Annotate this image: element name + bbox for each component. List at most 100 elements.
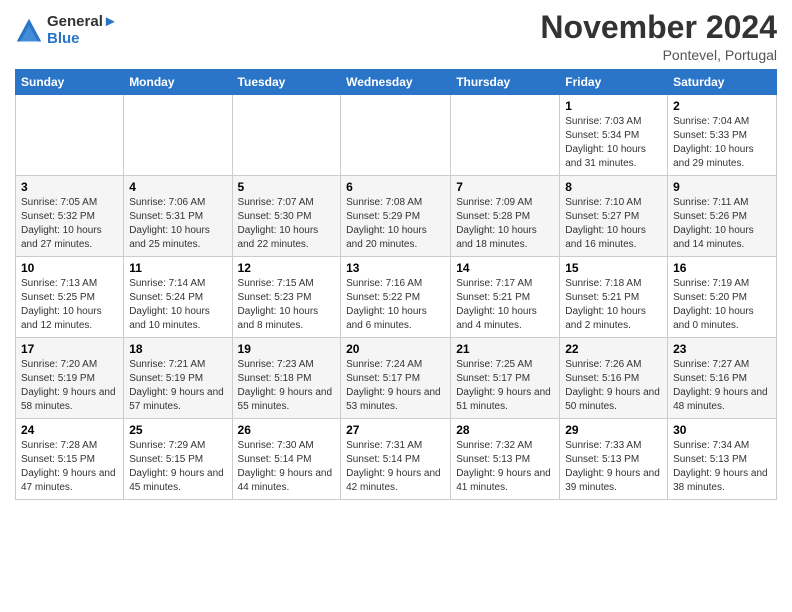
- table-row: 3 Sunrise: 7:05 AMSunset: 5:32 PMDaylight…: [16, 176, 124, 257]
- table-row: 24Sunrise: 7:28 AMSunset: 5:15 PMDayligh…: [16, 419, 124, 500]
- day-info: Sunrise: 7:09 AMSunset: 5:28 PMDaylight:…: [456, 196, 554, 252]
- col-sunday: Sunday: [16, 70, 124, 95]
- day-number: 17: [21, 342, 118, 356]
- calendar-week-row: 10 Sunrise: 7:13 AMSunset: 5:25 PMDayligh…: [16, 257, 777, 338]
- day-info: Sunrise: 7:13 AMSunset: 5:25 PMDaylight:…: [21, 277, 118, 333]
- col-thursday: Thursday: [451, 70, 560, 95]
- day-info: Sunrise: 7:10 AMSunset: 5:27 PMDaylight:…: [565, 196, 662, 252]
- table-row: 8 Sunrise: 7:10 AMSunset: 5:27 PMDaylight…: [560, 176, 668, 257]
- day-info: Sunrise: 7:25 AMSunset: 5:17 PMDaylight:…: [456, 358, 554, 414]
- day-number: 7: [456, 180, 554, 194]
- month-title: November 2024: [540, 10, 777, 45]
- day-number: 29: [565, 423, 662, 437]
- table-row: [124, 95, 232, 176]
- table-row: 23 Sunrise: 7:27 AMSunset: 5:16 PMDayligh…: [668, 338, 777, 419]
- table-row: 10 Sunrise: 7:13 AMSunset: 5:25 PMDayligh…: [16, 257, 124, 338]
- day-info: Sunrise: 7:33 AMSunset: 5:13 PMDaylight:…: [565, 439, 662, 495]
- table-row: 22 Sunrise: 7:26 AMSunset: 5:16 PMDayligh…: [560, 338, 668, 419]
- calendar-week-row: 17 Sunrise: 7:20 AMSunset: 5:19 PMDayligh…: [16, 338, 777, 419]
- day-number: 28: [456, 423, 554, 437]
- day-info: Sunrise: 7:23 AMSunset: 5:18 PMDaylight:…: [238, 358, 336, 414]
- day-info: Sunrise: 7:18 AMSunset: 5:21 PMDaylight:…: [565, 277, 662, 333]
- day-info: Sunrise: 7:16 AMSunset: 5:22 PMDaylight:…: [346, 277, 445, 333]
- day-number: 4: [129, 180, 226, 194]
- day-info: Sunrise: 7:15 AMSunset: 5:23 PMDaylight:…: [238, 277, 336, 333]
- table-row: 11 Sunrise: 7:14 AMSunset: 5:24 PMDayligh…: [124, 257, 232, 338]
- logo-icon: [15, 17, 43, 45]
- day-number: 22: [565, 342, 662, 356]
- day-number: 19: [238, 342, 336, 356]
- day-number: 3: [21, 180, 118, 194]
- day-number: 8: [565, 180, 662, 194]
- day-number: 9: [673, 180, 771, 194]
- table-row: 21 Sunrise: 7:25 AMSunset: 5:17 PMDayligh…: [451, 338, 560, 419]
- day-info: Sunrise: 7:06 AMSunset: 5:31 PMDaylight:…: [129, 196, 226, 252]
- day-number: 16: [673, 261, 771, 275]
- table-row: [232, 95, 341, 176]
- table-row: 7 Sunrise: 7:09 AMSunset: 5:28 PMDaylight…: [451, 176, 560, 257]
- day-number: 20: [346, 342, 445, 356]
- day-info: Sunrise: 7:07 AMSunset: 5:30 PMDaylight:…: [238, 196, 336, 252]
- table-row: 9 Sunrise: 7:11 AMSunset: 5:26 PMDaylight…: [668, 176, 777, 257]
- col-friday: Friday: [560, 70, 668, 95]
- header: General► Blue November 2024 Pontevel, Po…: [15, 10, 777, 63]
- table-row: 15 Sunrise: 7:18 AMSunset: 5:21 PMDayligh…: [560, 257, 668, 338]
- day-info: Sunrise: 7:32 AMSunset: 5:13 PMDaylight:…: [456, 439, 554, 495]
- day-number: 6: [346, 180, 445, 194]
- calendar-table: Sunday Monday Tuesday Wednesday Thursday…: [15, 69, 777, 500]
- day-info: Sunrise: 7:04 AMSunset: 5:33 PMDaylight:…: [673, 115, 771, 171]
- day-info: Sunrise: 7:03 AMSunset: 5:34 PMDaylight:…: [565, 115, 662, 171]
- day-number: 11: [129, 261, 226, 275]
- day-number: 25: [129, 423, 226, 437]
- day-info: Sunrise: 7:26 AMSunset: 5:16 PMDaylight:…: [565, 358, 662, 414]
- calendar-week-row: 3 Sunrise: 7:05 AMSunset: 5:32 PMDaylight…: [16, 176, 777, 257]
- day-number: 2: [673, 99, 771, 113]
- table-row: 5 Sunrise: 7:07 AMSunset: 5:30 PMDaylight…: [232, 176, 341, 257]
- table-row: 30Sunrise: 7:34 AMSunset: 5:13 PMDayligh…: [668, 419, 777, 500]
- logo-text: General► Blue: [47, 14, 118, 47]
- day-number: 21: [456, 342, 554, 356]
- day-number: 24: [21, 423, 118, 437]
- day-info: Sunrise: 7:27 AMSunset: 5:16 PMDaylight:…: [673, 358, 771, 414]
- calendar-week-row: 24Sunrise: 7:28 AMSunset: 5:15 PMDayligh…: [16, 419, 777, 500]
- day-info: Sunrise: 7:20 AMSunset: 5:19 PMDaylight:…: [21, 358, 118, 414]
- day-number: 12: [238, 261, 336, 275]
- table-row: 6 Sunrise: 7:08 AMSunset: 5:29 PMDaylight…: [341, 176, 451, 257]
- table-row: 27 Sunrise: 7:31 AMSunset: 5:14 PMDayligh…: [341, 419, 451, 500]
- col-tuesday: Tuesday: [232, 70, 341, 95]
- calendar-week-row: 1Sunrise: 7:03 AMSunset: 5:34 PMDaylight…: [16, 95, 777, 176]
- table-row: 14Sunrise: 7:17 AMSunset: 5:21 PMDayligh…: [451, 257, 560, 338]
- logo: General► Blue: [15, 14, 118, 47]
- table-row: [16, 95, 124, 176]
- col-monday: Monday: [124, 70, 232, 95]
- day-info: Sunrise: 7:05 AMSunset: 5:32 PMDaylight:…: [21, 196, 118, 252]
- table-row: 18Sunrise: 7:21 AMSunset: 5:19 PMDayligh…: [124, 338, 232, 419]
- day-number: 18: [129, 342, 226, 356]
- day-number: 26: [238, 423, 336, 437]
- day-number: 23: [673, 342, 771, 356]
- day-info: Sunrise: 7:24 AMSunset: 5:17 PMDaylight:…: [346, 358, 445, 414]
- page: General► Blue November 2024 Pontevel, Po…: [0, 0, 792, 510]
- day-number: 10: [21, 261, 118, 275]
- day-info: Sunrise: 7:17 AMSunset: 5:21 PMDaylight:…: [456, 277, 554, 333]
- table-row: 19 Sunrise: 7:23 AMSunset: 5:18 PMDayligh…: [232, 338, 341, 419]
- day-info: Sunrise: 7:11 AMSunset: 5:26 PMDaylight:…: [673, 196, 771, 252]
- day-number: 30: [673, 423, 771, 437]
- table-row: [451, 95, 560, 176]
- day-number: 5: [238, 180, 336, 194]
- day-info: Sunrise: 7:14 AMSunset: 5:24 PMDaylight:…: [129, 277, 226, 333]
- location: Pontevel, Portugal: [540, 47, 777, 63]
- table-row: 28 Sunrise: 7:32 AMSunset: 5:13 PMDayligh…: [451, 419, 560, 500]
- day-info: Sunrise: 7:08 AMSunset: 5:29 PMDaylight:…: [346, 196, 445, 252]
- day-info: Sunrise: 7:19 AMSunset: 5:20 PMDaylight:…: [673, 277, 771, 333]
- col-saturday: Saturday: [668, 70, 777, 95]
- table-row: 20 Sunrise: 7:24 AMSunset: 5:17 PMDayligh…: [341, 338, 451, 419]
- table-row: 1Sunrise: 7:03 AMSunset: 5:34 PMDaylight…: [560, 95, 668, 176]
- table-row: [341, 95, 451, 176]
- table-row: 2 Sunrise: 7:04 AMSunset: 5:33 PMDaylight…: [668, 95, 777, 176]
- calendar-header-row: Sunday Monday Tuesday Wednesday Thursday…: [16, 70, 777, 95]
- day-number: 15: [565, 261, 662, 275]
- day-number: 27: [346, 423, 445, 437]
- table-row: 17 Sunrise: 7:20 AMSunset: 5:19 PMDayligh…: [16, 338, 124, 419]
- day-info: Sunrise: 7:31 AMSunset: 5:14 PMDaylight:…: [346, 439, 445, 495]
